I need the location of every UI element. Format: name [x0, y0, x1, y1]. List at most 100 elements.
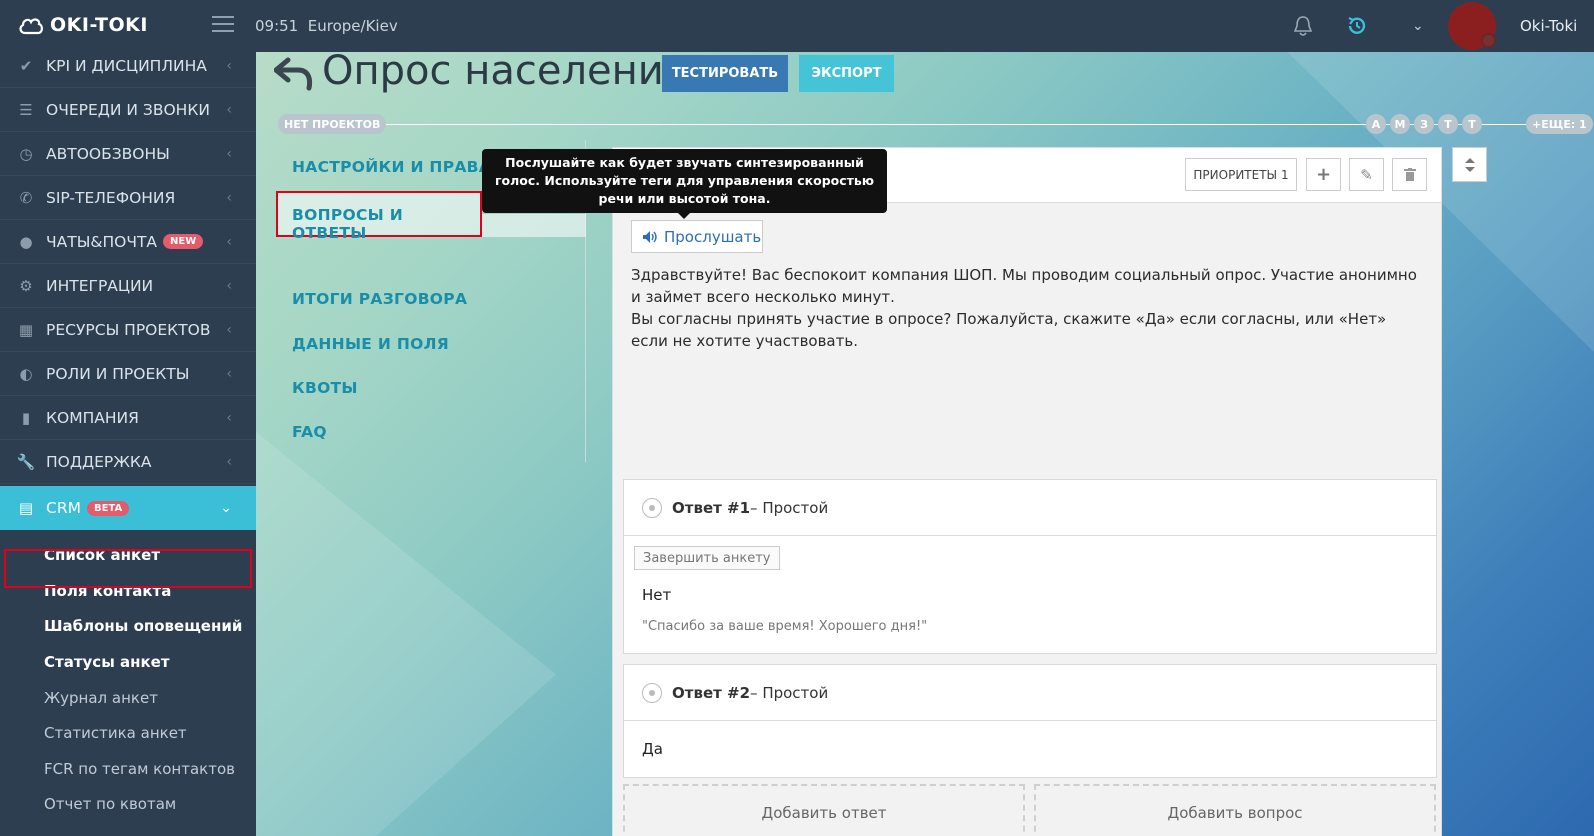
sidebar-item-company[interactable]: ▮ КОМПАНИЯ ‹	[0, 396, 256, 440]
beta-badge: BETA	[86, 500, 130, 516]
chevron-left-icon: ‹	[226, 409, 232, 426]
check-icon: ✔	[19, 56, 33, 75]
chevron-left-icon: ‹	[226, 189, 232, 206]
main-content: Опрос населения ТЕСТИРОВАТЬ ЭКСПОРТ НЕТ …	[256, 52, 1594, 836]
timeline-marker[interactable]: З	[1414, 114, 1434, 134]
gears-icon: ⚙	[19, 276, 33, 295]
clock: 09:51 Europe/Kiev	[255, 17, 398, 35]
answer-radio-icon[interactable]	[642, 497, 662, 518]
sidebar-item-label: АВТООБЗВОНЫ	[46, 144, 170, 163]
sub-item-form-stats[interactable]: Статистика анкет	[44, 724, 187, 742]
answer-number: Ответ #2	[672, 683, 751, 702]
username[interactable]: Oki-Toki	[1520, 17, 1577, 35]
add-button[interactable]: +	[1306, 158, 1341, 191]
answer-note: "Спасибо за ваше время! Хорошего дня!"	[642, 619, 928, 634]
tab-data-fields[interactable]: ДАННЫЕ И ПОЛЯ	[292, 335, 449, 353]
question-text-line: Вы согласны принять участие в опросе? По…	[631, 310, 1387, 350]
sidebar-item-chats[interactable]: ● ЧАТЫ&ПОЧТА NEW ‹	[0, 220, 256, 264]
test-button[interactable]: ТЕСТИРОВАТЬ	[662, 55, 788, 92]
sidebar-item-support[interactable]: 🔧 ПОДДЕРЖКА ‹	[0, 440, 256, 484]
answer-card-2: Ответ #2 – Простой Да	[623, 664, 1437, 778]
sidebar-item-label: ИНТЕГРАЦИИ	[46, 276, 154, 295]
tab-questions-answers[interactable]: ВОПРОСЫ И ОТВЕТЫ	[276, 191, 482, 242]
answer-value: Да	[642, 740, 663, 758]
chart-icon: ▮	[21, 408, 31, 427]
sidebar-item-integrations[interactable]: ⚙ ИНТЕГРАЦИИ ‹	[0, 264, 256, 308]
sidebar-item-kpi[interactable]: ✔ KPI И ДИСЦИПЛИНА ‹	[0, 44, 256, 88]
sub-item-notification-templates[interactable]: Шаблоны оповещений	[44, 617, 242, 635]
tooltip-text: Послушайте как будет звучать синтезирова…	[495, 155, 874, 206]
sidebar-item-autodial[interactable]: ◷ АВТООБЗВОНЫ ‹	[0, 132, 256, 176]
edit-button[interactable]: ✎	[1349, 158, 1384, 191]
timeline-marker[interactable]: А	[1366, 114, 1386, 134]
sub-item-quota-report[interactable]: Отчет по квотам	[44, 795, 176, 813]
export-button[interactable]: ЭКСПОРТ	[799, 55, 894, 92]
sub-item-form-statuses[interactable]: Статусы анкет	[44, 653, 170, 671]
answer-card-1: Ответ #1 – Простой Завершить анкету Нет …	[623, 479, 1437, 654]
sort-button[interactable]	[1452, 147, 1487, 182]
list-icon: ☰	[19, 100, 33, 119]
sort-arrows-icon	[1464, 157, 1475, 172]
clock-icon: ◷	[19, 144, 33, 163]
priorities-button[interactable]: ПРИОРИТЕТЫ 1	[1185, 158, 1297, 191]
answer-value: Нет	[642, 586, 672, 604]
answer-radio-icon[interactable]	[642, 682, 662, 703]
avatar[interactable]	[1448, 2, 1496, 50]
listen-label: Прослушать	[664, 227, 762, 246]
tab-faq[interactable]: FAQ	[292, 423, 327, 441]
question-text-line: Здравствуйте! Вас беспокоит компания ШОП…	[631, 266, 1417, 306]
answer-header: Ответ #2 – Простой	[624, 665, 1436, 721]
sidebar-item-roles[interactable]: ◐ РОЛИ И ПРОЕКТЫ ‹	[0, 352, 256, 396]
logo[interactable]: OKI-TOKI	[18, 14, 148, 36]
timeline-more[interactable]: +ЕЩЕ: 1	[1526, 114, 1593, 134]
new-badge: NEW	[163, 234, 204, 249]
sidebar-item-label: РЕСУРСЫ ПРОЕКТОВ	[46, 320, 211, 339]
crm-icon: ▤	[18, 499, 34, 517]
sub-item-fcr-tags[interactable]: FCR по тегам контактов	[44, 760, 235, 778]
tab-quotas[interactable]: КВОТЫ	[292, 379, 358, 397]
delete-button[interactable]	[1392, 158, 1427, 191]
pencil-icon: ✎	[1360, 165, 1373, 184]
chevron-left-icon: ‹	[226, 233, 232, 250]
bg-polygon	[256, 432, 556, 836]
timeline-no-projects[interactable]: НЕТ ПРОЕКТОВ	[278, 114, 387, 134]
back-arrow-icon[interactable]	[274, 56, 314, 92]
toggle-icon: ◐	[19, 364, 33, 383]
highlight-box-forms-list	[4, 549, 252, 588]
history-sync-icon[interactable]	[1346, 15, 1368, 37]
sidebar-item-label: KPI И ДИСЦИПЛИНА	[46, 56, 207, 75]
answer-type: – Простой	[750, 498, 829, 517]
timeline-marker[interactable]: Т	[1462, 114, 1482, 134]
sidebar-item-label: ЧАТЫ&ПОЧТА	[46, 232, 158, 251]
dropdown-caret-icon[interactable]: ⌄	[1412, 18, 1424, 34]
tts-tooltip: Послушайте как будет звучать синтезирова…	[482, 149, 887, 219]
phone-icon: ✆	[19, 188, 33, 207]
timeline-marker[interactable]: М	[1390, 114, 1410, 134]
sidebar-item-crm[interactable]: ▤ CRM BETA ⌄	[0, 486, 256, 530]
chevron-left-icon: ‹	[226, 453, 232, 470]
chat-icon: ●	[19, 232, 33, 251]
listen-button[interactable]: Прослушать	[631, 220, 763, 253]
logo-text: OKI-TOKI	[50, 14, 148, 36]
sidebar-item-queues[interactable]: ☰ ОЧЕРЕДИ И ЗВОНКИ ‹	[0, 88, 256, 132]
sidebar-item-sip[interactable]: ✆ SIP-ТЕЛЕФОНИЯ ‹	[0, 176, 256, 220]
trash-icon	[1403, 167, 1416, 181]
question-card: ПРИОРИТЕТЫ 1 + ✎ Прослушать Здравствуйте…	[612, 147, 1442, 836]
tab-settings[interactable]: НАСТРОЙКИ И ПРАВА	[292, 158, 491, 176]
chevron-left-icon: ‹	[226, 57, 232, 74]
cloud-logo-icon	[19, 18, 43, 35]
sidebar-item-label: КОМПАНИЯ	[46, 408, 139, 427]
page-title: Опрос населения	[322, 52, 688, 94]
tab-results[interactable]: ИТОГИ РАЗГОВОРА	[292, 290, 467, 308]
sidebar-item-resources[interactable]: ▦ РЕСУРСЫ ПРОЕКТОВ ‹	[0, 308, 256, 352]
timeline-marker[interactable]: Т	[1438, 114, 1458, 134]
bell-icon[interactable]	[1294, 15, 1312, 37]
grid-icon: ▦	[18, 320, 34, 339]
sub-item-form-log[interactable]: Журнал анкет	[44, 689, 158, 707]
sidebar-item-label: SIP-ТЕЛЕФОНИЯ	[46, 188, 176, 207]
add-answer-button[interactable]: Добавить ответ	[623, 784, 1025, 836]
menu-toggle-icon[interactable]	[212, 16, 234, 34]
chevron-down-icon: ⌄	[220, 500, 232, 516]
add-question-button[interactable]: Добавить вопрос	[1034, 784, 1436, 836]
status-dot	[1481, 33, 1496, 48]
